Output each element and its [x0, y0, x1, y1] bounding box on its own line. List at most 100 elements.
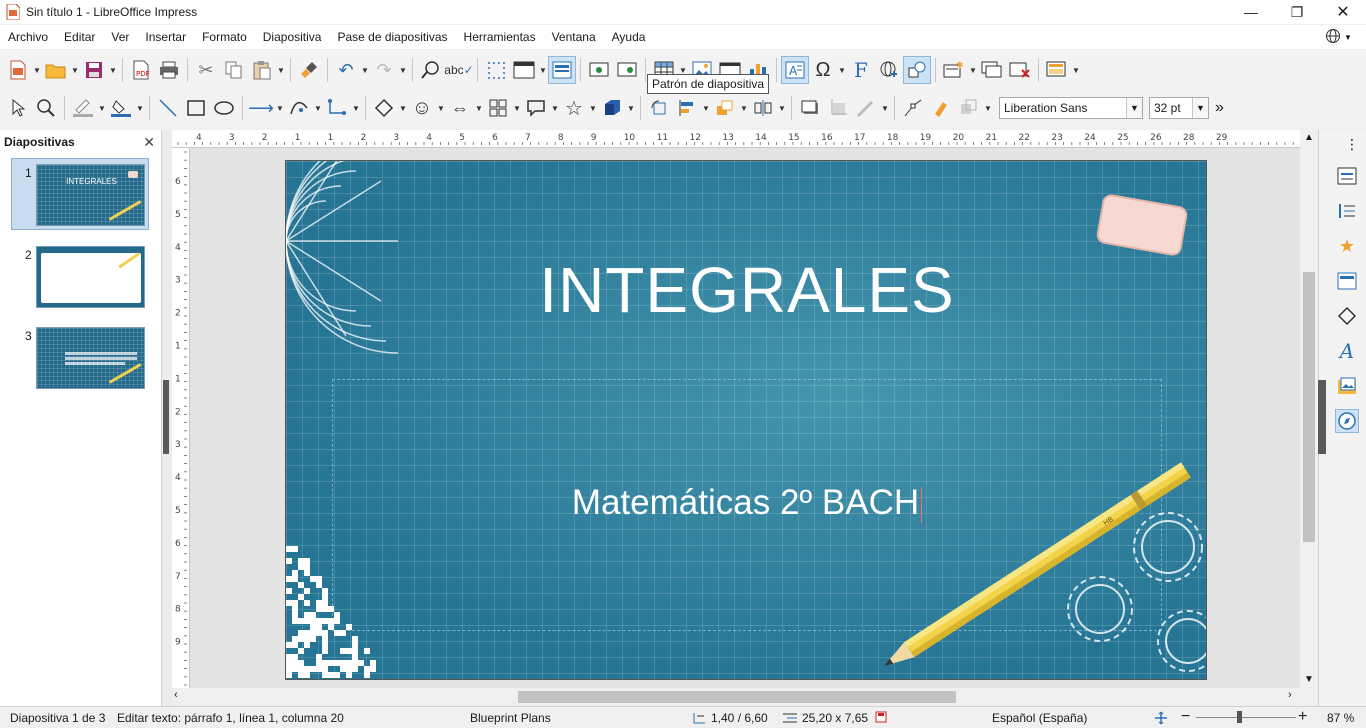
flowchart-dropdown-icon[interactable]: ▼	[512, 94, 522, 122]
insert-special-character-button[interactable]: Ω	[809, 56, 837, 84]
close-window-button[interactable]: ✕	[1320, 0, 1366, 24]
start-from-current-button[interactable]	[613, 56, 641, 84]
vertical-ruler[interactable]: 6 5 4 3 2 1 1 2 3 4 5 6 7 8 9	[172, 148, 190, 688]
paste-dropdown-icon[interactable]: ▼	[276, 56, 286, 84]
menu-diapositiva[interactable]: Diapositiva	[255, 25, 330, 49]
chevron-down-icon[interactable]: ▼	[1126, 98, 1142, 118]
symbol-shapes-button[interactable]: ☺	[408, 94, 436, 122]
insert-hyperlink-button[interactable]	[875, 56, 903, 84]
master-slides-button[interactable]	[1335, 269, 1359, 293]
zoom-slider-track[interactable]	[1196, 717, 1296, 718]
special-character-dropdown-icon[interactable]: ▼	[837, 56, 847, 84]
toggle-extrusion-button[interactable]	[955, 94, 983, 122]
toolbar-overflow-icon[interactable]: »	[1215, 99, 1224, 117]
find-replace-button[interactable]	[417, 56, 445, 84]
save-dropdown-icon[interactable]: ▼	[108, 56, 118, 84]
horizontal-ruler[interactable]: 4 3 2 1 1 2 3 4 5 6 7 8 9 10 11 12 13 14 15 16 17 18 19 20 21 22 2…	[172, 130, 1300, 148]
points-button[interactable]	[899, 94, 927, 122]
block-arrows-dropdown-icon[interactable]: ▼	[474, 94, 484, 122]
properties-button[interactable]	[1335, 164, 1359, 188]
horizontal-scrollbar[interactable]: ‹ ›	[172, 688, 1300, 706]
toggle-glue-points-button[interactable]	[927, 94, 955, 122]
stars-dropdown-icon[interactable]: ▼	[588, 94, 598, 122]
curves-button[interactable]	[285, 94, 313, 122]
cut-button[interactable]: ✂	[192, 56, 220, 84]
symbol-shapes-dropdown-icon[interactable]: ▼	[436, 94, 446, 122]
slide-thumbnail[interactable]: 1 INTEGRALES	[0, 158, 162, 230]
shadow-button[interactable]	[796, 94, 824, 122]
sidebar-splitter-handle[interactable]	[1318, 380, 1326, 454]
vertical-scrollbar[interactable]: ▲ ▼	[1300, 130, 1318, 688]
open-dropdown-icon[interactable]: ▼	[70, 56, 80, 84]
insert-ellipse-button[interactable]	[210, 94, 238, 122]
redo-button[interactable]: ↷	[370, 56, 398, 84]
arrange-button[interactable]	[711, 94, 739, 122]
basic-shapes-dropdown-icon[interactable]: ▼	[398, 94, 408, 122]
menu-herramientas[interactable]: Herramientas	[456, 25, 544, 49]
insert-line-button[interactable]	[154, 94, 182, 122]
animation-button[interactable]: ★	[1335, 234, 1359, 258]
undo-button[interactable]: ↶	[332, 56, 360, 84]
panel-splitter[interactable]	[162, 130, 172, 706]
rotate-button[interactable]	[645, 94, 673, 122]
print-button[interactable]	[155, 56, 183, 84]
menu-ayuda[interactable]: Ayuda	[604, 25, 654, 49]
zoom-in-button[interactable]: +	[1298, 708, 1307, 726]
distribute-dropdown-icon[interactable]: ▼	[777, 94, 787, 122]
3d-objects-button[interactable]	[598, 94, 626, 122]
zoom-out-button[interactable]: −	[1181, 708, 1190, 726]
styles-button[interactable]: A	[1335, 339, 1359, 363]
zoom-pan-button[interactable]	[32, 94, 60, 122]
navigator-button[interactable]	[1335, 409, 1359, 433]
status-language[interactable]: Español (España)	[992, 711, 1087, 725]
fill-color-dropdown-icon[interactable]: ▼	[135, 94, 145, 122]
slide-thumbnail[interactable]: 3	[0, 325, 162, 391]
connectors-button[interactable]	[323, 94, 351, 122]
open-button[interactable]	[42, 56, 70, 84]
insert-textbox-button[interactable]: A	[781, 56, 809, 84]
display-grid-button[interactable]	[482, 56, 510, 84]
slide-layout-button[interactable]	[1043, 56, 1071, 84]
basic-shapes-button[interactable]	[370, 94, 398, 122]
scroll-down-icon[interactable]: ▼	[1304, 674, 1314, 685]
close-icon[interactable]: ✕	[143, 134, 155, 151]
save-button[interactable]	[80, 56, 108, 84]
scroll-up-icon[interactable]: ▲	[1304, 132, 1314, 143]
export-pdf-button[interactable]: PDF	[127, 56, 155, 84]
scroll-left-icon[interactable]: ‹	[174, 689, 178, 701]
line-color-button[interactable]	[69, 94, 97, 122]
vertical-scroll-thumb[interactable]	[1303, 272, 1315, 542]
distribute-button[interactable]	[749, 94, 777, 122]
sidebar-menu-icon[interactable]: ⋮	[1345, 136, 1359, 153]
maximize-button[interactable]: ❐	[1274, 0, 1320, 24]
new-document-button[interactable]	[4, 56, 32, 84]
flowchart-button[interactable]	[484, 94, 512, 122]
filter-dropdown-icon[interactable]: ▼	[880, 94, 890, 122]
menu-insertar[interactable]: Insertar	[137, 25, 194, 49]
shapes-button[interactable]	[1335, 304, 1359, 328]
menu-editar[interactable]: Editar	[56, 25, 103, 49]
display-views-dropdown-icon[interactable]: ▼	[538, 56, 548, 84]
menu-archivo[interactable]: Archivo	[0, 25, 56, 49]
spelling-button[interactable]: abc✓	[444, 56, 473, 84]
font-size-combo[interactable]: 32 pt ▼	[1149, 97, 1209, 119]
horizontal-scroll-thumb[interactable]	[518, 691, 956, 703]
minimize-button[interactable]: —	[1228, 0, 1274, 24]
connectors-dropdown-icon[interactable]: ▼	[351, 94, 361, 122]
paste-button[interactable]	[248, 56, 276, 84]
insert-fontwork-button[interactable]: F	[847, 56, 875, 84]
menu-ver[interactable]: Ver	[103, 25, 137, 49]
show-draw-functions-button[interactable]	[903, 56, 931, 84]
stars-button[interactable]: ☆	[560, 94, 588, 122]
3d-objects-dropdown-icon[interactable]: ▼	[626, 94, 636, 122]
gallery-button[interactable]	[1335, 374, 1359, 398]
new-slide-dropdown-icon[interactable]: ▼	[968, 56, 978, 84]
slide-thumbnail[interactable]: 2	[0, 244, 162, 310]
status-master-name[interactable]: Blueprint Plans	[470, 711, 551, 725]
arrange-dropdown-icon[interactable]: ▼	[739, 94, 749, 122]
display-views-button[interactable]	[510, 56, 538, 84]
scroll-right-icon[interactable]: ›	[1288, 689, 1292, 701]
align-objects-button[interactable]	[673, 94, 701, 122]
document-modified-icon[interactable]	[875, 711, 887, 723]
duplicate-slide-button[interactable]	[978, 56, 1006, 84]
